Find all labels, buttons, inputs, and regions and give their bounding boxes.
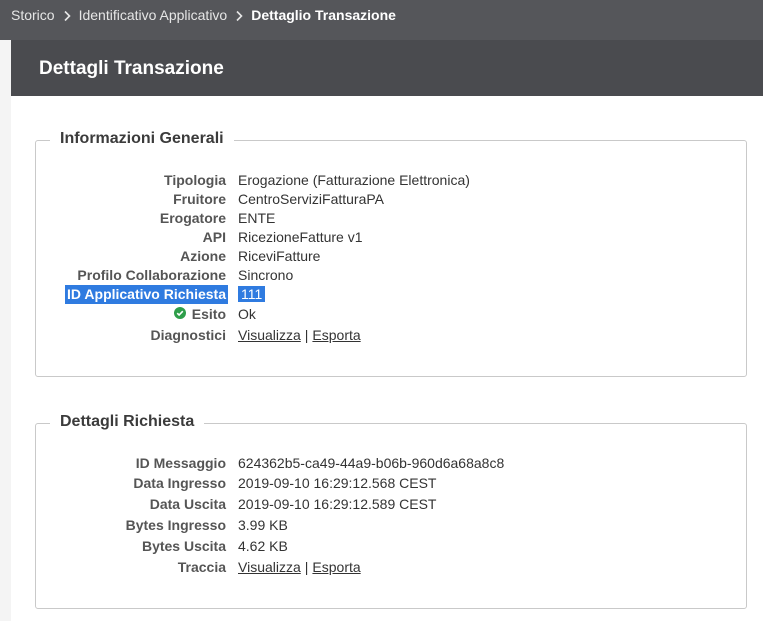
diagnostici-export-link[interactable]: Esporta xyxy=(312,327,360,343)
section-legend: Informazioni Generali xyxy=(50,130,234,148)
request-details-section: Dettagli Richiesta ID Messaggio 624362b5… xyxy=(35,413,748,609)
section-legend: Dettagli Richiesta xyxy=(50,413,205,431)
field-label: Esito xyxy=(173,305,226,325)
selected-value: 111 xyxy=(238,286,266,302)
field-label: API xyxy=(202,229,226,245)
content-panel: Dettagli Transazione Informazioni Genera… xyxy=(11,40,763,621)
field-id-messaggio: ID Messaggio 624362b5-ca49-44a9-b06b-960… xyxy=(36,454,748,473)
field-erogatore: Erogatore ENTE xyxy=(36,209,748,228)
breadcrumb-current: Dettaglio Transazione xyxy=(251,7,396,23)
field-value: 624362b5-ca49-44a9-b06b-960d6a68a8c8 xyxy=(238,455,505,471)
breadcrumb-bar: Storico Identificativo Applicativo Detta… xyxy=(0,0,763,40)
field-id-applicativo: ID Applicativo Richiesta 111 xyxy=(36,285,748,304)
field-value: Ok xyxy=(238,306,256,322)
field-value: ENTE xyxy=(238,210,276,226)
field-value: 4.62 KB xyxy=(238,538,288,554)
field-profilo-collaborazione: Profilo Collaborazione Sincrono xyxy=(36,266,748,285)
traccia-export-link[interactable]: Esporta xyxy=(312,559,360,575)
field-api: API RicezioneFatture v1 xyxy=(36,228,748,247)
field-azione: Azione RiceviFatture xyxy=(36,247,748,266)
field-value: 2019-09-10 16:29:12.589 CEST xyxy=(238,496,437,512)
page-header: Dettagli Transazione xyxy=(11,40,763,96)
field-value: CentroServiziFatturaPA xyxy=(238,191,385,207)
chevron-right-icon xyxy=(227,7,251,23)
link-separator: | xyxy=(304,559,309,575)
field-data-ingresso: Data Ingresso 2019-09-10 16:29:12.568 CE… xyxy=(36,474,748,493)
field-bytes-uscita: Bytes Uscita 4.62 KB xyxy=(36,537,748,556)
field-esito: Esito Ok xyxy=(36,305,748,324)
field-value: Visualizza | Esporta xyxy=(238,326,361,345)
diagnostici-view-link[interactable]: Visualizza xyxy=(238,327,301,343)
field-bytes-ingresso: Bytes Ingresso 3.99 KB xyxy=(36,516,748,535)
field-label: ID Messaggio xyxy=(135,455,226,471)
field-label: Data Ingresso xyxy=(133,475,226,491)
field-tipologia: Tipologia Erogazione (Fatturazione Elett… xyxy=(36,171,748,190)
field-label: Bytes Ingresso xyxy=(125,517,226,533)
field-label: Traccia xyxy=(177,559,226,575)
field-value: 2019-09-10 16:29:12.568 CEST xyxy=(238,475,437,491)
field-value: 111 xyxy=(238,285,266,304)
page-title: Dettagli Transazione xyxy=(39,58,224,79)
breadcrumb: Storico Identificativo Applicativo Detta… xyxy=(11,6,396,24)
field-value: Visualizza | Esporta xyxy=(238,558,361,577)
field-label: Azione xyxy=(180,248,226,264)
field-value: RiceviFatture xyxy=(238,248,321,264)
field-label: Bytes Uscita xyxy=(141,538,226,554)
field-label: Diagnostici xyxy=(150,327,226,343)
field-label: Erogatore xyxy=(159,210,226,226)
link-separator: | xyxy=(304,327,309,343)
field-value: 3.99 KB xyxy=(238,517,288,533)
field-diagnostici: Diagnostici Visualizza | Esporta xyxy=(36,326,748,345)
traccia-view-link[interactable]: Visualizza xyxy=(238,559,301,575)
breadcrumb-item-storico[interactable]: Storico xyxy=(11,7,55,23)
field-label: Fruitore xyxy=(173,191,226,207)
breadcrumb-item-identificativo[interactable]: Identificativo Applicativo xyxy=(79,7,228,23)
field-fruitore: Fruitore CentroServiziFatturaPA xyxy=(36,190,748,209)
field-value: RicezioneFatture v1 xyxy=(238,229,363,245)
field-label: Tipologia xyxy=(164,172,226,188)
field-label: Data Uscita xyxy=(149,496,226,512)
chevron-right-icon xyxy=(55,7,79,23)
field-label: Profilo Collaborazione xyxy=(77,267,226,283)
general-info-section: Informazioni Generali Tipologia Erogazio… xyxy=(35,130,748,377)
field-data-uscita: Data Uscita 2019-09-10 16:29:12.589 CEST xyxy=(36,495,748,514)
field-label: ID Applicativo Richiesta xyxy=(65,285,228,304)
check-circle-icon xyxy=(173,305,186,324)
field-traccia: Traccia Visualizza | Esporta xyxy=(36,558,748,577)
esito-label: Esito xyxy=(191,306,226,322)
field-value: Erogazione (Fatturazione Elettronica) xyxy=(238,172,470,188)
field-value: Sincrono xyxy=(238,267,294,283)
